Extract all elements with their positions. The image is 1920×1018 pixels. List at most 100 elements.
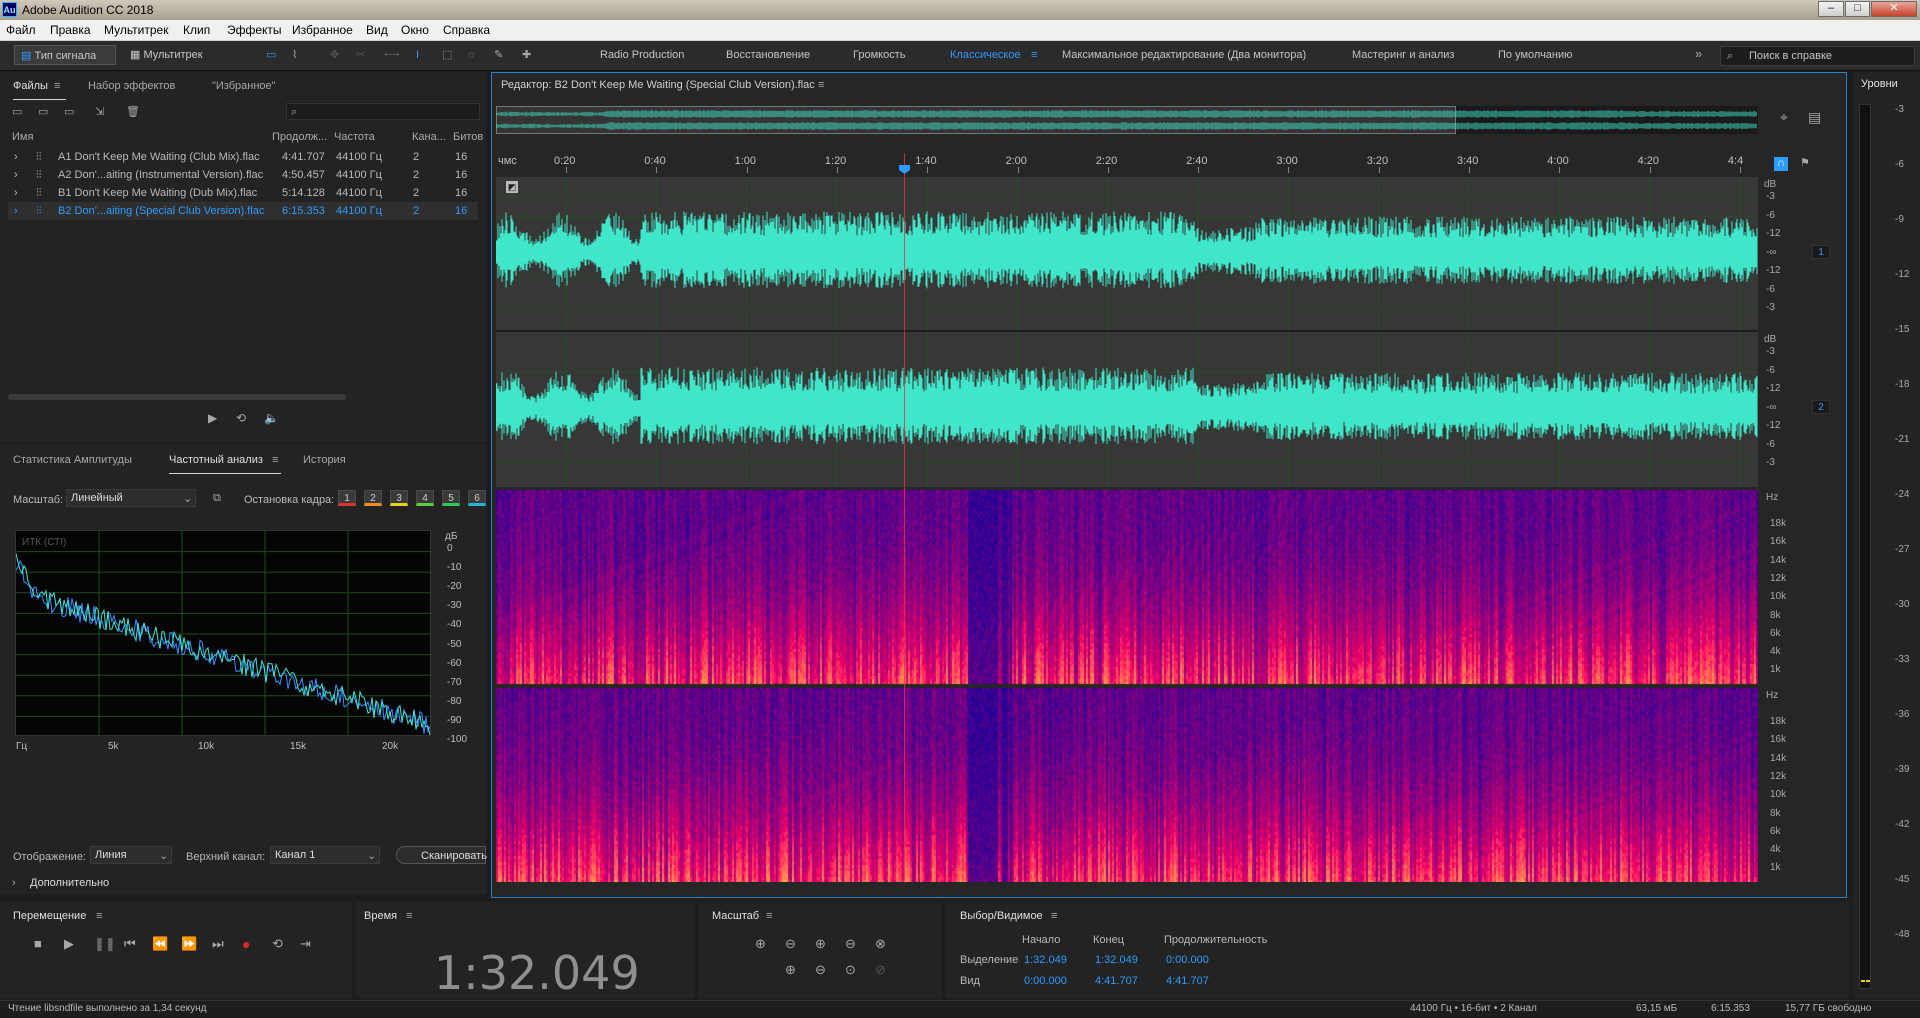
copy-graph-icon[interactable]: ⧉ xyxy=(213,492,221,504)
record-icon[interactable]: ● xyxy=(242,937,250,951)
time-selection-tool-icon[interactable]: I xyxy=(416,49,419,61)
skip-icon[interactable]: ⇥ xyxy=(300,937,311,950)
selection-start[interactable]: 1:32.049 xyxy=(1024,954,1067,966)
tab-favorites[interactable]: "Избранное" xyxy=(212,80,276,92)
help-search-input[interactable]: ⌕ Поиск в справке xyxy=(1720,46,1915,66)
panel-menu-icon[interactable]: ≡ xyxy=(54,80,60,92)
expand-icon[interactable]: › xyxy=(14,151,18,163)
col-rate[interactable]: Частота xyxy=(334,131,375,143)
close-button[interactable]: ✕ xyxy=(1871,1,1917,17)
waveform-area[interactable]: ◩ xyxy=(496,177,1758,487)
go-end-icon[interactable]: ⏭ xyxy=(212,937,224,950)
tab-history[interactable]: История xyxy=(303,454,346,466)
menu-edit[interactable]: Правка xyxy=(50,23,91,37)
col-duration[interactable]: Продолж... xyxy=(272,131,327,143)
workspace-max-edit[interactable]: Максимальное редактирование (Два монитор… xyxy=(1062,49,1306,61)
display-select[interactable]: Линия ⌄ xyxy=(90,846,172,864)
selection-duration[interactable]: 0:00.000 xyxy=(1166,954,1209,966)
channel-toggle-1[interactable]: 1 xyxy=(1812,245,1830,259)
file-row[interactable]: › ⫶⫶ B1 Don't Keep Me Waiting (Dub Mix).f… xyxy=(8,184,478,202)
zoom-disabled-icon[interactable]: ⊘ xyxy=(875,963,886,976)
panel-menu-icon[interactable]: ≡ xyxy=(818,79,824,91)
spectral-view-icon[interactable]: ⌇ xyxy=(292,49,297,61)
zoom-to-fit-icon[interactable]: ⌖ xyxy=(1780,110,1788,124)
workspace-default[interactable]: По умолчанию xyxy=(1498,49,1572,61)
overview-menu-icon[interactable]: ▤ xyxy=(1808,110,1821,124)
freeze-frame-button-3[interactable]: 3 xyxy=(390,490,408,506)
autoplay-icon[interactable]: 🔈 xyxy=(264,412,279,424)
view-duration[interactable]: 4:41.707 xyxy=(1166,975,1209,987)
freeze-frame-button-2[interactable]: 2 xyxy=(364,490,382,506)
time-ruler[interactable]: чмс 0:20 0:40 1:00 1:20 1:40 2:00 2:20 2:40 3:00… xyxy=(496,153,1758,173)
tab-effects-rack[interactable]: Набор эффектов xyxy=(88,80,175,92)
expand-icon[interactable]: › xyxy=(12,877,16,889)
lasso-tool-icon[interactable]: ◌ xyxy=(468,49,475,61)
workspace-restoration[interactable]: Восстановление xyxy=(726,49,810,61)
brush-tool-icon[interactable]: ✎ xyxy=(494,49,503,61)
minimize-button[interactable]: – xyxy=(1818,1,1844,17)
zoom-in-selection-icon[interactable]: ⊕ xyxy=(785,963,796,976)
panel-menu-icon[interactable]: ≡ xyxy=(1051,910,1057,922)
file-row[interactable]: › ⫶⫶ A1 Don't Keep Me Waiting (Club Mix).… xyxy=(8,148,478,166)
rewind-icon[interactable]: ⏪ xyxy=(152,937,168,950)
maximize-button[interactable]: □ xyxy=(1845,1,1870,17)
menu-multitrack[interactable]: Мультитрек xyxy=(104,23,168,37)
snap-icon[interactable]: ∩ xyxy=(1774,157,1788,171)
menu-clip[interactable]: Клип xyxy=(183,23,210,37)
freeze-frame-button-1[interactable]: 1 xyxy=(338,490,356,506)
menu-view[interactable]: Вид xyxy=(366,23,388,37)
tab-amplitude-stats[interactable]: Статистика Амплитуды xyxy=(13,454,132,466)
expand-icon[interactable]: › xyxy=(14,169,18,181)
workspace-radio-production[interactable]: Radio Production xyxy=(600,49,684,61)
zoom-region-icon[interactable]: ⊙ xyxy=(845,963,856,976)
expand-icon[interactable]: › xyxy=(14,205,18,217)
view-start[interactable]: 0:00.000 xyxy=(1024,975,1067,987)
workspace-menu-icon[interactable]: ≡ xyxy=(1031,49,1037,61)
menu-favorites[interactable]: Избранное xyxy=(292,23,353,37)
zoom-full-icon[interactable]: ⊗ xyxy=(875,937,886,950)
panel-menu-icon[interactable]: ≡ xyxy=(766,910,772,922)
insert-icon[interactable]: ⇲ xyxy=(95,106,104,118)
zoom-in-amplitude-icon[interactable]: ⊕ xyxy=(755,937,766,950)
files-filter-input[interactable]: ⌕ xyxy=(286,103,480,120)
marker-icon[interactable]: ⚑ xyxy=(1800,157,1810,169)
scale-select[interactable]: Линейный ⌄ xyxy=(66,489,196,507)
menu-window[interactable]: Окно xyxy=(401,23,429,37)
advanced-toggle[interactable]: Дополнительно xyxy=(30,877,109,889)
zoom-out-amplitude-icon[interactable]: ⊖ xyxy=(785,937,796,950)
channel-toggle-2[interactable]: 2 xyxy=(1812,400,1830,414)
freeze-frame-button-4[interactable]: 4 xyxy=(416,490,434,506)
spectral-area[interactable] xyxy=(496,490,1758,882)
tab-frequency-analysis[interactable]: Частотный анализ xyxy=(169,454,281,474)
col-channels[interactable]: Кана... xyxy=(412,131,446,143)
menu-effects[interactable]: Эффекты xyxy=(227,23,282,37)
forward-icon[interactable]: ⏩ xyxy=(181,937,197,950)
go-start-icon[interactable]: ⏮ xyxy=(124,937,136,950)
workspace-loudness[interactable]: Громкость xyxy=(853,49,905,61)
pause-icon[interactable]: ❚❚ xyxy=(94,937,116,950)
hud-icon[interactable]: ◩ xyxy=(506,181,518,193)
col-name[interactable]: Имя xyxy=(12,131,33,143)
panel-menu-icon[interactable]: ≡ xyxy=(406,910,412,922)
move-tool-icon[interactable]: ✥ xyxy=(330,49,339,61)
file-row-selected[interactable]: › ⫶⫶ B2 Don'...aiting (Special Club Versi… xyxy=(8,202,478,220)
stop-icon[interactable]: ■ xyxy=(34,937,42,950)
slip-tool-icon[interactable]: ⟷ xyxy=(384,49,400,61)
healing-tool-icon[interactable]: ✚ xyxy=(522,49,531,61)
channel-select[interactable]: Канал 1 ⌄ xyxy=(270,846,380,864)
scan-button[interactable]: Сканировать xyxy=(396,846,487,864)
open-file-icon[interactable]: ▭ xyxy=(12,106,22,118)
zoom-in-time-icon[interactable]: ⊕ xyxy=(815,937,826,950)
expand-icon[interactable]: › xyxy=(14,187,18,199)
play-icon[interactable]: ▶ xyxy=(208,412,217,424)
waveform-mode-button[interactable]: ▤ Тип сигнала xyxy=(14,45,116,65)
freeze-frame-button-6[interactable]: 6 xyxy=(468,490,486,506)
view-end[interactable]: 4:41.707 xyxy=(1095,975,1138,987)
files-scrollbar[interactable] xyxy=(8,394,346,400)
loop-icon[interactable]: ⟲ xyxy=(236,412,246,424)
menu-file[interactable]: Файл xyxy=(6,23,36,37)
workspace-classic[interactable]: Классическое xyxy=(950,49,1021,61)
panel-menu-icon[interactable]: ≡ xyxy=(96,910,102,922)
loop-icon[interactable]: ⟲ xyxy=(272,937,283,950)
file-row[interactable]: › ⫶⫶ A2 Don'...aiting (Instrumental Versi… xyxy=(8,166,478,184)
